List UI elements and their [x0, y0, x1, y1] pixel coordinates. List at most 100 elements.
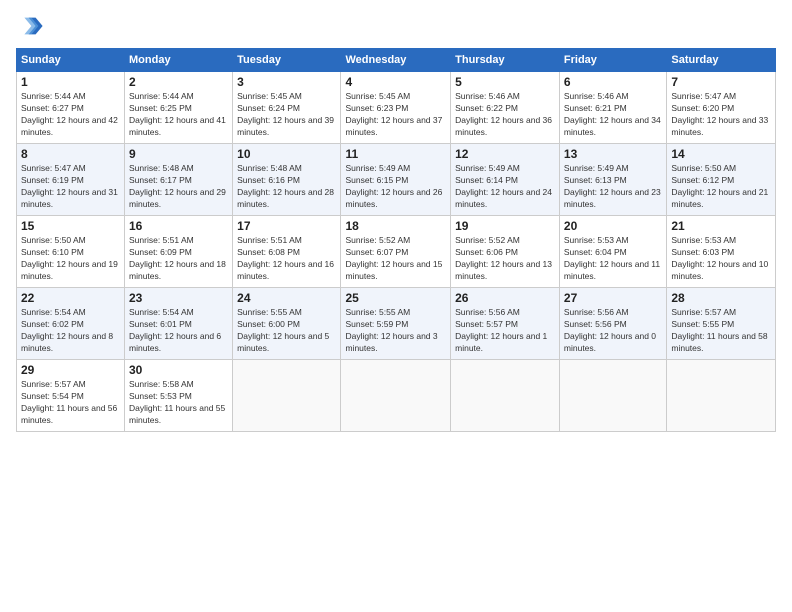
day-cell: 22Sunrise: 5:54 AMSunset: 6:02 PMDayligh…: [17, 288, 125, 360]
header: [16, 12, 776, 40]
col-header-thursday: Thursday: [451, 49, 560, 72]
day-detail: Sunrise: 5:44 AMSunset: 6:27 PMDaylight:…: [21, 91, 120, 139]
day-number: 19: [455, 219, 555, 233]
day-number: 21: [671, 219, 771, 233]
week-row-4: 29Sunrise: 5:57 AMSunset: 5:54 PMDayligh…: [17, 360, 776, 432]
day-detail: Sunrise: 5:58 AMSunset: 5:53 PMDaylight:…: [129, 379, 228, 427]
day-cell: 27 Sunrise: 5:56 AMSunset: 5:56 PMDayligh…: [559, 288, 666, 360]
day-number: 1: [21, 75, 120, 89]
day-number: 18: [345, 219, 446, 233]
day-number: 7: [671, 75, 771, 89]
day-detail: Sunrise: 5:48 AMSunset: 6:17 PMDaylight:…: [129, 163, 228, 211]
day-number: 11: [345, 147, 446, 161]
day-detail: Sunrise: 5:54 AMSunset: 6:01 PMDaylight:…: [129, 307, 228, 355]
day-cell: 19 Sunrise: 5:52 AMSunset: 6:06 PMDayligh…: [451, 216, 560, 288]
day-number: 25: [345, 291, 446, 305]
day-detail: Sunrise: 5:45 AMSunset: 6:24 PMDaylight:…: [237, 91, 336, 139]
day-cell: 29Sunrise: 5:57 AMSunset: 5:54 PMDayligh…: [17, 360, 125, 432]
day-detail: Sunrise: 5:51 AMSunset: 6:09 PMDaylight:…: [129, 235, 228, 283]
day-number: 29: [21, 363, 120, 377]
day-number: 17: [237, 219, 336, 233]
day-cell: [559, 360, 666, 432]
day-detail: Sunrise: 5:55 AMSunset: 5:59 PMDaylight:…: [345, 307, 446, 355]
day-cell: 18 Sunrise: 5:52 AMSunset: 6:07 PMDayligh…: [341, 216, 451, 288]
week-row-0: 1 Sunrise: 5:44 AMSunset: 6:27 PMDaylight…: [17, 72, 776, 144]
day-detail: Sunrise: 5:53 AMSunset: 6:04 PMDaylight:…: [564, 235, 662, 283]
day-cell: 21 Sunrise: 5:53 AMSunset: 6:03 PMDayligh…: [667, 216, 776, 288]
week-row-1: 8Sunrise: 5:47 AMSunset: 6:19 PMDaylight…: [17, 144, 776, 216]
logo: [16, 12, 48, 40]
day-cell: 26Sunrise: 5:56 AMSunset: 5:57 PMDayligh…: [451, 288, 560, 360]
day-cell: 9 Sunrise: 5:48 AMSunset: 6:17 PMDaylight…: [125, 144, 233, 216]
day-number: 12: [455, 147, 555, 161]
day-cell: 12 Sunrise: 5:49 AMSunset: 6:14 PMDayligh…: [451, 144, 560, 216]
day-cell: [451, 360, 560, 432]
header-row: SundayMondayTuesdayWednesdayThursdayFrid…: [17, 49, 776, 72]
day-cell: 5 Sunrise: 5:46 AMSunset: 6:22 PMDaylight…: [451, 72, 560, 144]
day-number: 13: [564, 147, 662, 161]
day-cell: 24 Sunrise: 5:55 AMSunset: 6:00 PMDayligh…: [233, 288, 341, 360]
col-header-saturday: Saturday: [667, 49, 776, 72]
day-cell: 7 Sunrise: 5:47 AMSunset: 6:20 PMDaylight…: [667, 72, 776, 144]
day-detail: Sunrise: 5:49 AMSunset: 6:13 PMDaylight:…: [564, 163, 662, 211]
col-header-wednesday: Wednesday: [341, 49, 451, 72]
day-number: 16: [129, 219, 228, 233]
day-number: 5: [455, 75, 555, 89]
day-cell: 25 Sunrise: 5:55 AMSunset: 5:59 PMDayligh…: [341, 288, 451, 360]
day-number: 22: [21, 291, 120, 305]
day-cell: 3 Sunrise: 5:45 AMSunset: 6:24 PMDaylight…: [233, 72, 341, 144]
day-detail: Sunrise: 5:52 AMSunset: 6:06 PMDaylight:…: [455, 235, 555, 283]
day-cell: 13 Sunrise: 5:49 AMSunset: 6:13 PMDayligh…: [559, 144, 666, 216]
day-number: 10: [237, 147, 336, 161]
day-cell: 11 Sunrise: 5:49 AMSunset: 6:15 PMDayligh…: [341, 144, 451, 216]
day-number: 28: [671, 291, 771, 305]
day-detail: Sunrise: 5:46 AMSunset: 6:21 PMDaylight:…: [564, 91, 662, 139]
day-number: 27: [564, 291, 662, 305]
calendar-table: SundayMondayTuesdayWednesdayThursdayFrid…: [16, 48, 776, 432]
day-cell: 30Sunrise: 5:58 AMSunset: 5:53 PMDayligh…: [125, 360, 233, 432]
col-header-sunday: Sunday: [17, 49, 125, 72]
day-cell: 2 Sunrise: 5:44 AMSunset: 6:25 PMDaylight…: [125, 72, 233, 144]
day-detail: Sunrise: 5:45 AMSunset: 6:23 PMDaylight:…: [345, 91, 446, 139]
day-detail: Sunrise: 5:53 AMSunset: 6:03 PMDaylight:…: [671, 235, 771, 283]
col-header-friday: Friday: [559, 49, 666, 72]
day-cell: 16 Sunrise: 5:51 AMSunset: 6:09 PMDayligh…: [125, 216, 233, 288]
day-detail: Sunrise: 5:47 AMSunset: 6:20 PMDaylight:…: [671, 91, 771, 139]
day-cell: [341, 360, 451, 432]
col-header-monday: Monday: [125, 49, 233, 72]
day-detail: Sunrise: 5:50 AMSunset: 6:12 PMDaylight:…: [671, 163, 771, 211]
week-row-2: 15 Sunrise: 5:50 AMSunset: 6:10 PMDayligh…: [17, 216, 776, 288]
day-number: 23: [129, 291, 228, 305]
day-cell: 8Sunrise: 5:47 AMSunset: 6:19 PMDaylight…: [17, 144, 125, 216]
day-detail: Sunrise: 5:55 AMSunset: 6:00 PMDaylight:…: [237, 307, 336, 355]
day-detail: Sunrise: 5:52 AMSunset: 6:07 PMDaylight:…: [345, 235, 446, 283]
day-detail: Sunrise: 5:49 AMSunset: 6:14 PMDaylight:…: [455, 163, 555, 211]
day-cell: 20 Sunrise: 5:53 AMSunset: 6:04 PMDayligh…: [559, 216, 666, 288]
day-cell: 1 Sunrise: 5:44 AMSunset: 6:27 PMDaylight…: [17, 72, 125, 144]
day-detail: Sunrise: 5:46 AMSunset: 6:22 PMDaylight:…: [455, 91, 555, 139]
day-number: 15: [21, 219, 120, 233]
day-detail: Sunrise: 5:57 AMSunset: 5:55 PMDaylight:…: [671, 307, 771, 355]
day-cell: 15 Sunrise: 5:50 AMSunset: 6:10 PMDayligh…: [17, 216, 125, 288]
day-detail: Sunrise: 5:44 AMSunset: 6:25 PMDaylight:…: [129, 91, 228, 139]
day-number: 20: [564, 219, 662, 233]
week-row-3: 22Sunrise: 5:54 AMSunset: 6:02 PMDayligh…: [17, 288, 776, 360]
day-detail: Sunrise: 5:56 AMSunset: 5:57 PMDaylight:…: [455, 307, 555, 355]
day-cell: 10 Sunrise: 5:48 AMSunset: 6:16 PMDayligh…: [233, 144, 341, 216]
day-detail: Sunrise: 5:50 AMSunset: 6:10 PMDaylight:…: [21, 235, 120, 283]
day-cell: 17Sunrise: 5:51 AMSunset: 6:08 PMDayligh…: [233, 216, 341, 288]
day-detail: Sunrise: 5:48 AMSunset: 6:16 PMDaylight:…: [237, 163, 336, 211]
day-cell: 23 Sunrise: 5:54 AMSunset: 6:01 PMDayligh…: [125, 288, 233, 360]
calendar-page: SundayMondayTuesdayWednesdayThursdayFrid…: [0, 0, 792, 612]
col-header-tuesday: Tuesday: [233, 49, 341, 72]
day-detail: Sunrise: 5:49 AMSunset: 6:15 PMDaylight:…: [345, 163, 446, 211]
day-number: 3: [237, 75, 336, 89]
day-number: 9: [129, 147, 228, 161]
day-cell: 4Sunrise: 5:45 AMSunset: 6:23 PMDaylight…: [341, 72, 451, 144]
day-number: 14: [671, 147, 771, 161]
day-number: 6: [564, 75, 662, 89]
day-number: 2: [129, 75, 228, 89]
day-detail: Sunrise: 5:56 AMSunset: 5:56 PMDaylight:…: [564, 307, 662, 355]
day-number: 24: [237, 291, 336, 305]
day-detail: Sunrise: 5:47 AMSunset: 6:19 PMDaylight:…: [21, 163, 120, 211]
